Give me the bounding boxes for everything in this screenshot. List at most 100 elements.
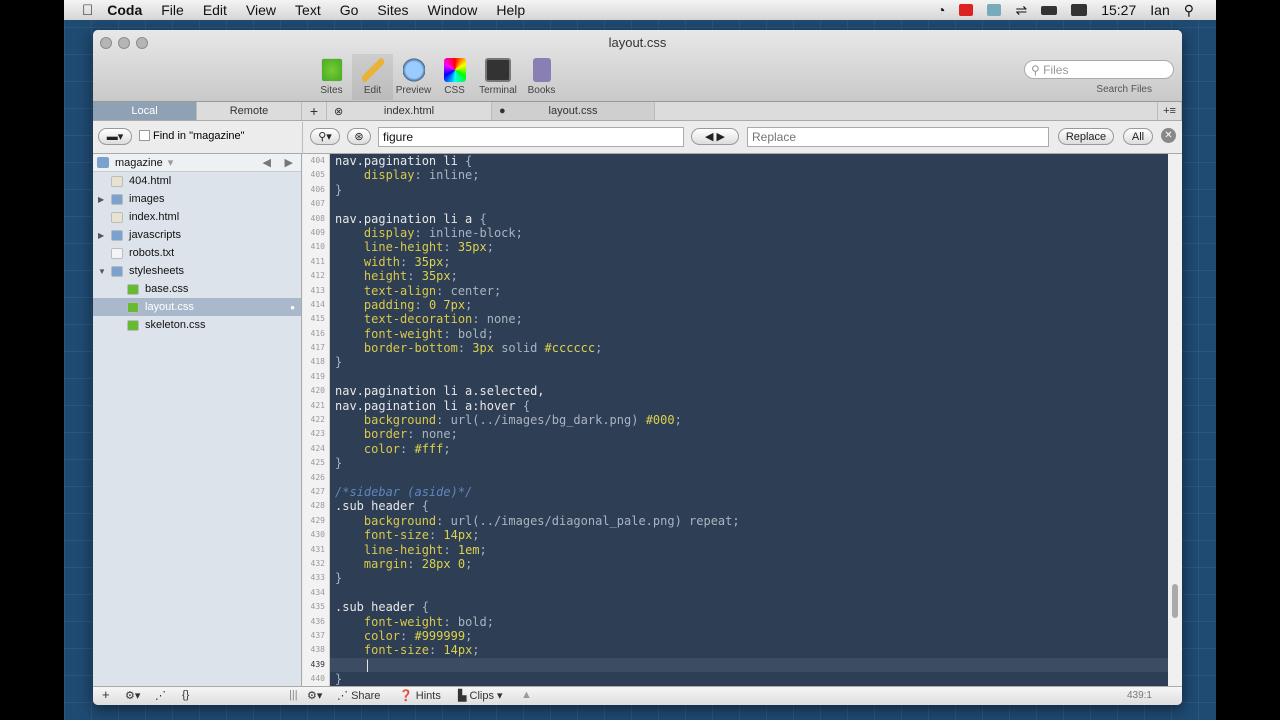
vertical-scrollbar[interactable] bbox=[1168, 154, 1182, 686]
network-icon[interactable]: ⇌ bbox=[1015, 2, 1027, 19]
tab-menu-button[interactable]: +≡ bbox=[1157, 102, 1182, 120]
sidebar-item-index-html[interactable]: index.html bbox=[93, 208, 301, 226]
code-line[interactable]: border-bottom: 3px solid #cccccc; bbox=[335, 341, 1168, 355]
time-machine-icon[interactable]: ◔ bbox=[937, 2, 945, 18]
search-options-button[interactable]: ⚲▾ bbox=[310, 128, 340, 145]
code-line[interactable]: nav.pagination li a:hover { bbox=[335, 399, 1168, 413]
battery-icon[interactable] bbox=[1041, 5, 1058, 15]
tab-index-html[interactable]: ⊗ index.html bbox=[327, 102, 492, 120]
code-line[interactable]: height: 35px; bbox=[335, 269, 1168, 283]
tool-css[interactable]: CSS bbox=[434, 54, 475, 100]
tool-preview[interactable]: Preview bbox=[393, 54, 434, 100]
code-line[interactable] bbox=[335, 370, 1168, 384]
code-line[interactable]: } bbox=[335, 456, 1168, 470]
replace-all-button[interactable]: All bbox=[1123, 128, 1153, 145]
sidebar-gear-icon[interactable]: ⚙▾ bbox=[125, 689, 140, 702]
code-editor[interactable]: nav.pagination li { display: inline;} nav… bbox=[330, 154, 1168, 686]
code-line[interactable]: line-height: 1em; bbox=[335, 543, 1168, 557]
find-input[interactable] bbox=[378, 127, 684, 147]
code-line[interactable]: nav.pagination li a.selected, bbox=[335, 384, 1168, 398]
code-line[interactable]: } bbox=[335, 571, 1168, 585]
code-line[interactable]: border: none; bbox=[335, 427, 1168, 441]
new-tab-button[interactable]: + bbox=[302, 102, 327, 120]
replace-input[interactable] bbox=[747, 127, 1049, 147]
scroll-thumb[interactable] bbox=[1172, 584, 1178, 618]
menu-help[interactable]: Help bbox=[496, 2, 525, 18]
replace-button[interactable]: Replace bbox=[1058, 128, 1114, 145]
sidebar-root[interactable]: magazine ▾ ◀ ▶ bbox=[93, 154, 301, 172]
close-tab-icon[interactable]: ⊗ bbox=[334, 105, 343, 118]
code-line[interactable]: font-weight: bold; bbox=[335, 615, 1168, 629]
publish-icon[interactable]: ⋰ bbox=[155, 689, 166, 702]
spotlight-icon[interactable]: ⚲ bbox=[1184, 2, 1194, 19]
menu-go[interactable]: Go bbox=[340, 2, 359, 18]
code-line[interactable]: font-size: 14px; bbox=[335, 528, 1168, 542]
tab-layout-css[interactable]: ● layout.css bbox=[492, 102, 655, 120]
splitter-handle[interactable]: ||| bbox=[289, 689, 298, 701]
folder-menu-button[interactable]: ▬▾ bbox=[98, 128, 132, 145]
code-line[interactable]: font-size: 14px; bbox=[335, 643, 1168, 657]
menu-window[interactable]: Window bbox=[428, 2, 478, 18]
search-files-input[interactable]: ⚲ Files bbox=[1024, 60, 1174, 79]
menu-app[interactable]: Coda bbox=[107, 2, 142, 18]
sidebar-item-robots-txt[interactable]: robots.txt bbox=[93, 244, 301, 262]
code-line[interactable]: color: #999999; bbox=[335, 629, 1168, 643]
clock[interactable]: 15:27 bbox=[1101, 2, 1136, 18]
code-line[interactable]: /*sidebar (aside)*/ bbox=[335, 485, 1168, 499]
code-line[interactable]: nav.pagination li a { bbox=[335, 212, 1168, 226]
sidebar-item-images[interactable]: ▶ images bbox=[93, 190, 301, 208]
editor-gear-icon[interactable]: ⚙▾ bbox=[307, 689, 322, 702]
braces-icon[interactable]: {} bbox=[182, 689, 189, 701]
hints-button[interactable]: ❓ Hints bbox=[399, 689, 441, 702]
apple-icon[interactable]:  bbox=[82, 2, 93, 19]
code-line[interactable]: display: inline; bbox=[335, 168, 1168, 182]
sidebar-item-javascripts[interactable]: ▶ javascripts bbox=[93, 226, 301, 244]
code-line[interactable]: text-decoration: none; bbox=[335, 312, 1168, 326]
user-menu[interactable]: Ian bbox=[1150, 2, 1169, 18]
code-line[interactable]: | bbox=[330, 657, 1168, 673]
display-icon[interactable] bbox=[1071, 4, 1088, 16]
code-line[interactable]: } bbox=[335, 672, 1168, 686]
find-in-checkbox[interactable] bbox=[139, 130, 150, 141]
sidebar-item-layout-css[interactable]: layout.css ● bbox=[93, 298, 301, 316]
tool-terminal[interactable]: Terminal bbox=[475, 54, 521, 100]
code-line[interactable]: display: inline-block; bbox=[335, 226, 1168, 240]
tab-remote[interactable]: Remote bbox=[197, 102, 302, 120]
code-line[interactable]: } bbox=[335, 183, 1168, 197]
code-line[interactable]: width: 35px; bbox=[335, 255, 1168, 269]
modified-dot-icon[interactable]: ● bbox=[499, 105, 506, 117]
code-line[interactable] bbox=[335, 586, 1168, 600]
code-line[interactable]: padding: 0 7px; bbox=[335, 298, 1168, 312]
sidebar-item-skeleton-css[interactable]: skeleton.css bbox=[93, 316, 301, 334]
code-line[interactable]: } bbox=[335, 355, 1168, 369]
menu-file[interactable]: File bbox=[161, 2, 184, 18]
sidebar-item-base-css[interactable]: base.css bbox=[93, 280, 301, 298]
tool-books[interactable]: Books bbox=[521, 54, 562, 100]
recording-icon[interactable] bbox=[959, 4, 974, 16]
code-line[interactable]: nav.pagination li { bbox=[335, 154, 1168, 168]
add-file-button[interactable]: + bbox=[102, 687, 110, 702]
tab-local[interactable]: Local bbox=[93, 102, 197, 120]
code-line[interactable]: background: url(../images/bg_dark.png) #… bbox=[335, 413, 1168, 427]
code-line[interactable]: color: #fff; bbox=[335, 442, 1168, 456]
menu-sites[interactable]: Sites bbox=[377, 2, 408, 18]
menu-edit[interactable]: Edit bbox=[203, 2, 227, 18]
code-line[interactable]: margin: 28px 0; bbox=[335, 557, 1168, 571]
find-settings-button[interactable]: ⊛ bbox=[347, 128, 371, 145]
code-line[interactable]: font-weight: bold; bbox=[335, 327, 1168, 341]
tool-edit[interactable]: Edit bbox=[352, 54, 393, 100]
menu-view[interactable]: View bbox=[246, 2, 276, 18]
disclosure-triangle-icon[interactable]: ▶ bbox=[98, 231, 104, 240]
code-line[interactable]: text-align: center; bbox=[335, 284, 1168, 298]
find-prev-next-button[interactable]: ◀ ▶ bbox=[691, 128, 739, 145]
sidebar-item-404-html[interactable]: 404.html bbox=[93, 172, 301, 190]
code-line[interactable] bbox=[335, 197, 1168, 211]
code-line[interactable]: .sub header { bbox=[335, 600, 1168, 614]
tool-sites[interactable]: Sites bbox=[311, 54, 352, 100]
share-button[interactable]: ⋰ Share bbox=[337, 689, 380, 702]
forward-icon[interactable]: ▶ bbox=[285, 156, 293, 169]
disclosure-triangle-icon[interactable]: ▼ bbox=[98, 267, 106, 276]
back-icon[interactable]: ◀ bbox=[263, 156, 271, 169]
disclosure-triangle-icon[interactable]: ▶ bbox=[98, 195, 104, 204]
close-find-icon[interactable]: ✕ bbox=[1161, 128, 1176, 143]
